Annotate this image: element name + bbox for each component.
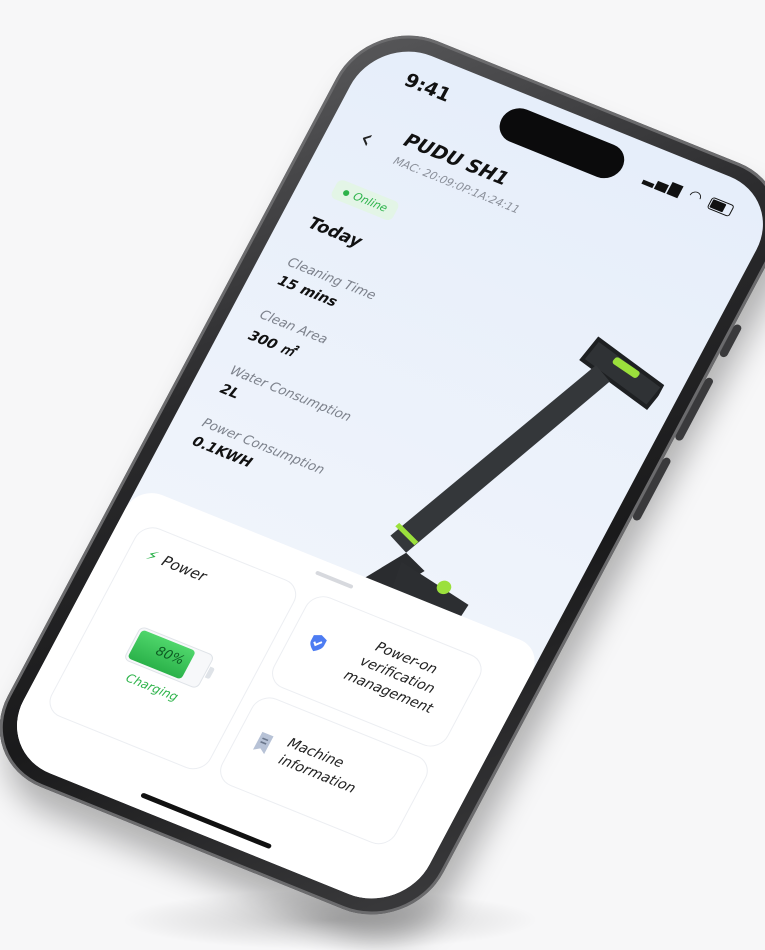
signal-icon: ▂▄▆ bbox=[641, 167, 688, 200]
battery-icon bbox=[706, 196, 735, 218]
document-icon bbox=[252, 731, 274, 755]
shield-check-icon bbox=[310, 635, 327, 652]
lightning-bolt-icon: ⚡ bbox=[143, 545, 162, 566]
status-badge: Online bbox=[329, 178, 401, 222]
power-label: Power bbox=[158, 552, 210, 586]
phone-body: 9:41 ▂▄▆ ◠ ‹ PUDU SH1 MAC: 20:09:0P:1A:2… bbox=[0, 14, 765, 936]
home-indicator[interactable] bbox=[140, 792, 273, 850]
side-button bbox=[718, 323, 743, 359]
status-icons: ▂▄▆ ◠ bbox=[641, 168, 736, 219]
verification-label: Power-on verification management bbox=[341, 639, 440, 717]
chevron-left-icon[interactable]: ‹ bbox=[354, 122, 380, 155]
app-screen: 9:41 ▂▄▆ ◠ ‹ PUDU SH1 MAC: 20:09:0P:1A:2… bbox=[0, 34, 765, 916]
power-card-title: ⚡Power bbox=[143, 546, 209, 585]
status-time: 9:41 bbox=[400, 69, 455, 107]
machine-info-label: Machine information bbox=[275, 735, 359, 797]
online-dot-icon bbox=[341, 189, 351, 197]
phone-mockup: 9:41 ▂▄▆ ◠ ‹ PUDU SH1 MAC: 20:09:0P:1A:2… bbox=[0, 0, 765, 947]
wifi-icon: ◠ bbox=[685, 185, 708, 208]
status-label: Online bbox=[350, 189, 390, 215]
drag-handle[interactable] bbox=[314, 570, 354, 590]
